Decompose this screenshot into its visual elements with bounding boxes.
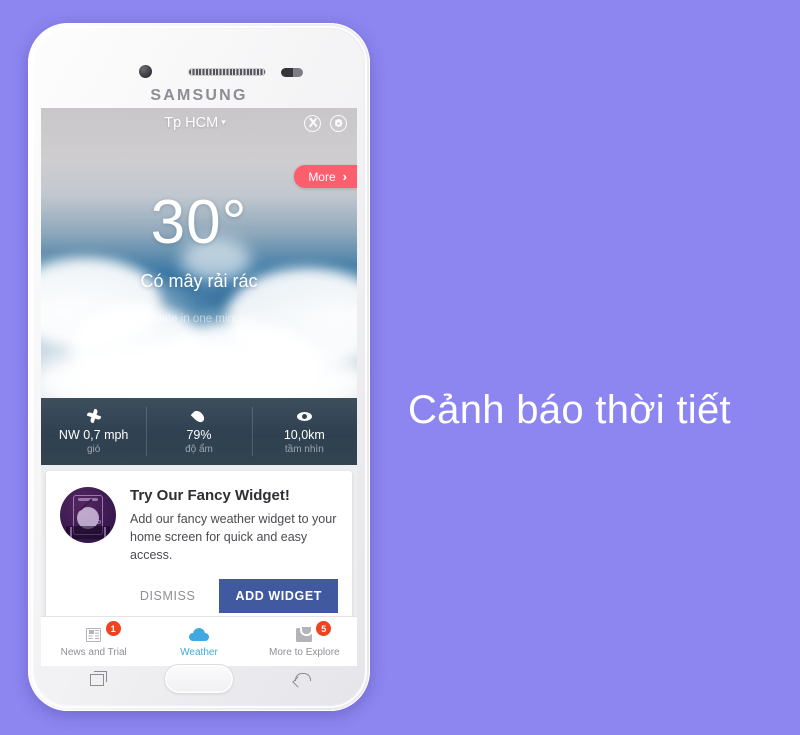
widget-card-body: Add our fancy weather widget to your hom… — [130, 512, 337, 562]
bottom-navigation: News and Trial 1 Weather More to Explore… — [41, 616, 357, 666]
phone-top-hardware: SAMSUNG — [28, 23, 370, 104]
widget-card-top: Try Our Fancy Widget! Add our fancy weat… — [60, 487, 338, 564]
location-selector[interactable]: Tp HCM ▾ — [51, 115, 295, 131]
stat-humidity: 79% độ ẩm — [146, 398, 251, 465]
weather-stats-row: NW 0,7 mph gió 79% độ ẩm 10,0km tầm nhìn — [41, 398, 357, 465]
nav-label: More to Explore — [269, 646, 340, 658]
samsung-phone-mockup: SAMSUNG Tp HCM ▾ More › 30° Có mây rải r… — [28, 23, 370, 711]
nav-badge: 5 — [316, 621, 332, 636]
stat-visibility: 10,0km tầm nhìn — [251, 398, 357, 465]
widget-promo-card: Try Our Fancy Widget! Add our fancy weat… — [46, 471, 352, 624]
earpiece-speaker-icon — [188, 68, 266, 76]
humidity-icon — [191, 408, 207, 424]
chevron-down-icon: ▾ — [221, 117, 226, 127]
more-button[interactable]: More › — [294, 165, 357, 188]
widget-card-actions: DISMISS ADD WIDGET — [60, 579, 338, 614]
location-label: Tp HCM — [164, 115, 219, 131]
widget-card-wrapper: Try Our Fancy Widget! Add our fancy weat… — [41, 465, 357, 624]
cloud-icon — [188, 626, 209, 644]
widget-card-title: Try Our Fancy Widget! — [130, 487, 290, 504]
current-temperature: 30° — [150, 188, 248, 257]
more-button-label: More — [308, 169, 336, 184]
stat-label: tầm nhìn — [284, 443, 324, 455]
nav-item-weather[interactable]: Weather — [146, 617, 251, 666]
phone-screen: Tp HCM ▾ More › 30° Có mây rải rác update… — [41, 108, 357, 666]
stat-label: độ ẩm — [185, 443, 213, 455]
news-icon — [86, 626, 102, 644]
widget-card-text: Try Our Fancy Widget! Add our fancy weat… — [130, 487, 338, 564]
stat-value: 10,0km — [283, 427, 325, 442]
settings-gear-icon[interactable] — [330, 114, 347, 132]
nav-item-explore[interactable]: More to Explore 5 — [252, 617, 357, 666]
proximity-sensor-icon — [281, 68, 303, 77]
wind-icon — [86, 409, 101, 424]
stat-label: gió — [86, 443, 101, 455]
page-headline: Cảnh báo thời tiết — [408, 388, 731, 432]
dismiss-button[interactable]: DISMISS — [130, 581, 206, 611]
add-widget-button[interactable]: ADD WIDGET — [219, 579, 338, 614]
chevron-right-icon: › — [342, 169, 347, 184]
nav-item-news[interactable]: News and Trial 1 — [41, 617, 146, 666]
front-camera-icon — [139, 65, 152, 78]
weather-hero: Tp HCM ▾ More › 30° Có mây rải rác update… — [41, 108, 357, 416]
app-bar: Tp HCM ▾ — [41, 108, 357, 138]
explore-icon — [296, 626, 313, 644]
visibility-icon — [296, 409, 312, 424]
update-note: update in one minutes — [142, 313, 256, 325]
nav-badge: 1 — [105, 621, 121, 636]
no-ads-icon[interactable] — [304, 114, 321, 132]
stat-wind: NW 0,7 mph gió — [41, 398, 146, 465]
widget-illustration-icon — [60, 487, 116, 543]
nav-label: Weather — [180, 646, 218, 658]
back-button[interactable] — [294, 671, 312, 687]
stat-value: 79% — [186, 427, 212, 442]
nav-label: News and Trial — [60, 646, 127, 658]
current-condition: Có mây rải rác — [140, 271, 258, 291]
home-button[interactable] — [164, 664, 234, 694]
recents-button[interactable] — [90, 671, 108, 687]
stat-value: NW 0,7 mph — [58, 427, 129, 442]
samsung-brand-label: SAMSUNG — [150, 87, 248, 104]
